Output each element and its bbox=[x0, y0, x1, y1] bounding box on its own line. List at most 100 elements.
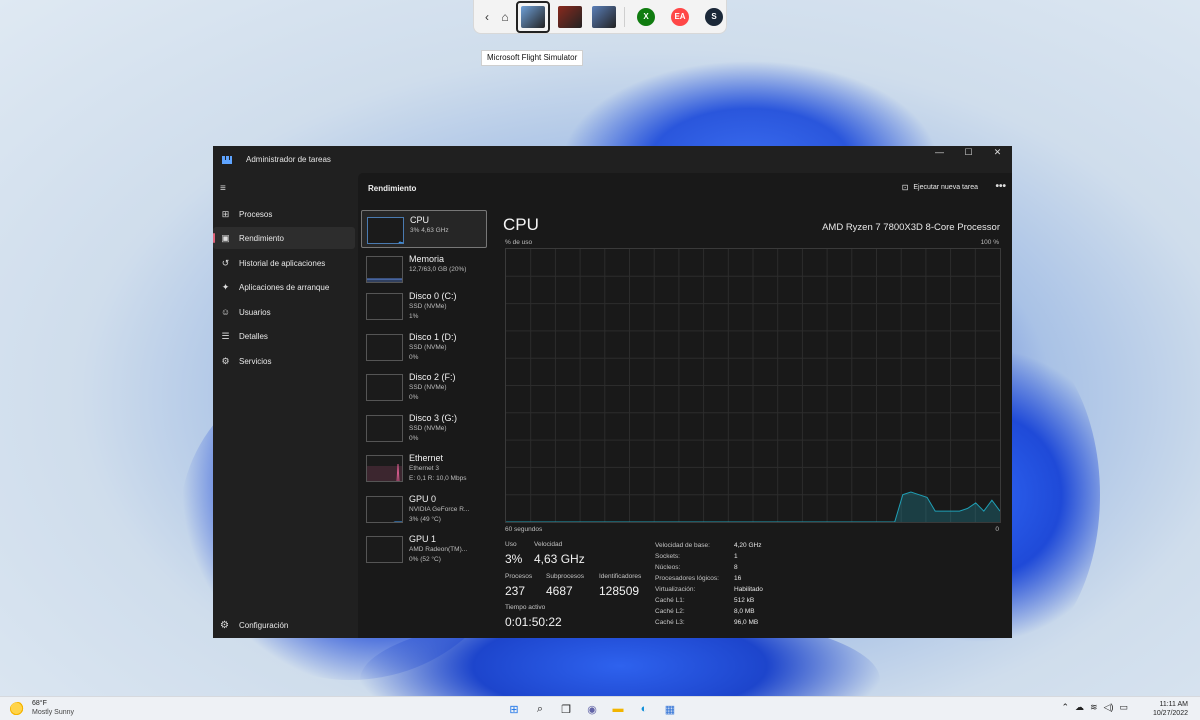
sidebar-item-1[interactable]: ▣ Rendimiento bbox=[213, 227, 355, 249]
sidebar-item-settings[interactable]: ⚙ Configuración bbox=[213, 615, 355, 635]
start-icon[interactable]: ⊞ bbox=[505, 700, 523, 718]
device-detail: 3% (49 °C) bbox=[409, 516, 441, 523]
property-key: Velocidad de base: bbox=[655, 542, 710, 549]
game-tile-red[interactable] bbox=[556, 3, 584, 31]
sidebar-item-label: Servicios bbox=[239, 356, 272, 366]
device-subtitle: SSD (NVMe) bbox=[409, 303, 447, 310]
sparkline bbox=[393, 521, 402, 522]
sidebar-item-4[interactable]: ☺ Usuarios bbox=[213, 301, 355, 323]
close-button[interactable]: ✕ bbox=[983, 146, 1012, 158]
task-manager-icon bbox=[222, 155, 232, 164]
onedrive-icon[interactable]: ☁ bbox=[1075, 702, 1084, 713]
device-item[interactable]: Ethernet Ethernet 3 E: 0,1 R: 10,0 Mbps bbox=[361, 449, 487, 487]
xbox-icon[interactable]: X bbox=[637, 7, 655, 26]
device-thumbnail bbox=[367, 217, 404, 244]
volume-icon[interactable]: ◁) bbox=[1104, 702, 1114, 713]
ea-icon[interactable]: EA bbox=[671, 7, 689, 26]
property-row: Sockets: 1 bbox=[655, 553, 835, 564]
handles-label: Identificadores bbox=[599, 573, 642, 580]
device-item[interactable]: GPU 1 AMD Radeon(TM)... 0% (52 °C) bbox=[361, 530, 487, 568]
weather-widget[interactable]: 68°F Mostly Sunny bbox=[10, 700, 100, 720]
title-bar[interactable]: Administrador de tareas — ☐ ✕ bbox=[213, 146, 1012, 173]
clock[interactable]: 11:11 AM 10/27/2022 bbox=[1153, 700, 1188, 718]
cpu-usage-graph bbox=[505, 248, 1001, 523]
sidebar-item-label: Procesos bbox=[239, 209, 273, 219]
property-row: Caché L2: 8,0 MB bbox=[655, 608, 835, 619]
edge-icon[interactable]: ◐ bbox=[635, 700, 653, 718]
maximize-button[interactable]: ☐ bbox=[954, 146, 983, 158]
property-key: Sockets: bbox=[655, 553, 680, 560]
task-view-icon[interactable]: ❐ bbox=[557, 700, 575, 718]
taskbar: 68°F Mostly Sunny ⊞ ⌕ ❐ ◉ ▬ ◐ ▦ ⌃ ☁ ≋ ◁) ▭ 11:11 A… bbox=[0, 696, 1200, 720]
processes-value: 237 bbox=[505, 584, 526, 598]
property-key: Caché L3: bbox=[655, 619, 685, 626]
property-row: Caché L3: 96,0 MB bbox=[655, 619, 835, 630]
device-item[interactable]: Disco 0 (C:) SSD (NVMe) 1% bbox=[361, 287, 487, 325]
game-art bbox=[558, 5, 582, 28]
device-detail: 1% bbox=[409, 313, 419, 320]
weather-temp: 68°F bbox=[32, 700, 47, 707]
device-item[interactable]: Disco 3 (G:) SSD (NVMe) 0% bbox=[361, 409, 487, 447]
device-detail: 0% bbox=[409, 354, 419, 361]
wifi-icon[interactable]: ≋ bbox=[1090, 702, 1098, 713]
device-name: Memoria bbox=[409, 254, 445, 264]
run-new-task-button[interactable]: ⊡ Ejecutar nueva tarea bbox=[902, 183, 978, 192]
sidebar-item-3[interactable]: ✦ Aplicaciones de arranque bbox=[213, 276, 355, 298]
property-key: Procesadores lógicos: bbox=[655, 575, 719, 582]
sidebar-item-0[interactable]: ⊞ Procesos bbox=[213, 203, 355, 225]
device-thumbnail bbox=[366, 455, 403, 482]
device-item[interactable]: Disco 2 (F:) SSD (NVMe) 0% bbox=[361, 368, 487, 406]
device-item[interactable]: CPU 3% 4,63 GHz bbox=[361, 210, 487, 248]
store-icon[interactable]: ▦ bbox=[661, 700, 679, 718]
device-item[interactable]: Disco 1 (D:) SSD (NVMe) 0% bbox=[361, 328, 487, 366]
search-icon[interactable]: ⌕ bbox=[531, 700, 549, 718]
steam-icon[interactable]: S bbox=[705, 7, 723, 26]
threads-value: 4687 bbox=[546, 584, 573, 598]
menu-icon[interactable]: ≡ bbox=[220, 183, 230, 194]
thumbnail-sparkline bbox=[367, 463, 402, 481]
sidebar-item-6[interactable]: ⚙ Servicios bbox=[213, 350, 355, 372]
minimize-button[interactable]: — bbox=[925, 146, 954, 158]
sidebar-item-label: Aplicaciones de arranque bbox=[239, 282, 330, 292]
home-icon[interactable]: ⌂ bbox=[498, 7, 512, 27]
show-hidden-icons-icon[interactable]: ⌃ bbox=[1061, 702, 1069, 713]
device-detail: 0% bbox=[409, 394, 419, 401]
sidebar-item-icon: ⊞ bbox=[221, 208, 230, 219]
network-fill bbox=[367, 466, 402, 481]
cpu-title: CPU bbox=[503, 215, 539, 234]
speed-label: Velocidad bbox=[534, 541, 563, 548]
page-header: Rendimiento ⊡ Ejecutar nueva tarea ••• bbox=[358, 173, 1012, 203]
device-name: Ethernet bbox=[409, 453, 444, 463]
store-icons: X EA S bbox=[637, 7, 723, 26]
property-value: 512 kB bbox=[734, 597, 755, 604]
thumbnail-sparkline bbox=[367, 537, 403, 563]
device-subtitle: SSD (NVMe) bbox=[409, 344, 447, 351]
sidebar-item-label: Historial de aplicaciones bbox=[239, 258, 326, 268]
device-detail: 0% (52 °C) bbox=[409, 556, 441, 563]
cpu-model: AMD Ryzen 7 7800X3D 8-Core Processor bbox=[822, 222, 1000, 233]
property-key: Virtualización: bbox=[655, 586, 696, 593]
sidebar-item-2[interactable]: ↺ Historial de aplicaciones bbox=[213, 252, 355, 274]
usage-value: 3% bbox=[505, 552, 523, 566]
device-subtitle: Ethernet 3 bbox=[409, 465, 439, 472]
property-value: 4,20 GHz bbox=[734, 542, 762, 549]
game-tile-forza[interactable] bbox=[590, 3, 618, 31]
sidebar-item-5[interactable]: ☰ Detalles bbox=[213, 325, 355, 347]
file-explorer-icon[interactable]: ▬ bbox=[609, 700, 627, 718]
cpu-detail: CPU AMD Ryzen 7 7800X3D 8-Core Processor… bbox=[503, 210, 1001, 638]
flight-simulator-tile[interactable] bbox=[516, 0, 550, 33]
chat-icon[interactable]: ◉ bbox=[583, 700, 601, 718]
device-item[interactable]: Memoria 12,7/63,0 GB (20%) bbox=[361, 250, 487, 288]
property-value: 8,0 MB bbox=[734, 608, 755, 615]
device-subtitle: 12,7/63,0 GB (20%) bbox=[409, 266, 467, 273]
divider bbox=[624, 6, 625, 27]
more-options-button[interactable]: ••• bbox=[995, 181, 1006, 192]
back-icon[interactable]: ‹ bbox=[480, 7, 494, 27]
sidebar-item-icon: ▣ bbox=[221, 232, 230, 243]
sidebar-item-icon: ✦ bbox=[221, 281, 230, 292]
device-thumbnail bbox=[366, 293, 403, 320]
battery-icon[interactable]: ▭ bbox=[1119, 702, 1128, 713]
device-subtitle: AMD Radeon(TM)... bbox=[409, 546, 468, 553]
device-item[interactable]: GPU 0 NVIDIA GeForce R... 3% (49 °C) bbox=[361, 490, 487, 528]
threads-label: Subprocesos bbox=[546, 573, 584, 580]
